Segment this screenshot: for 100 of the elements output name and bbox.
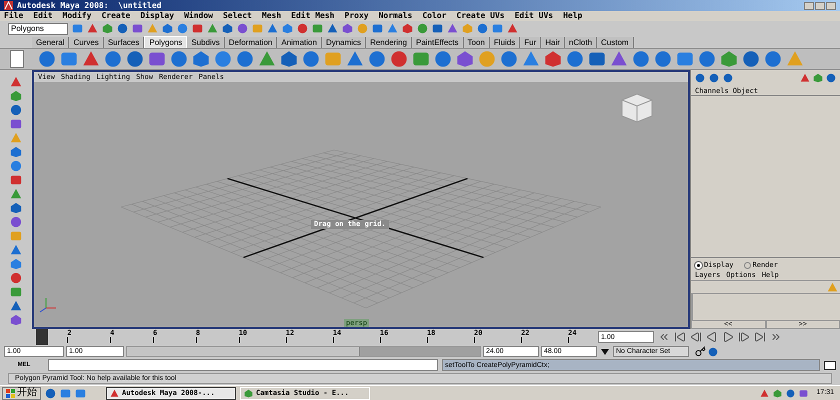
shelf-tool-icon[interactable] — [544, 50, 562, 68]
playback-button-icon[interactable] — [738, 331, 750, 343]
status-tool-icon[interactable] — [177, 23, 188, 34]
app-icon[interactable] — [244, 388, 253, 398]
status-tool-icon[interactable] — [132, 23, 143, 34]
shelf-tab[interactable]: Subdivs — [187, 37, 225, 48]
toolbox-tool-icon[interactable] — [10, 286, 22, 298]
toolbox-tool-icon[interactable] — [10, 104, 22, 116]
shelf-tool-icon[interactable] — [280, 50, 298, 68]
shelf-tool-icon[interactable] — [82, 50, 100, 68]
quick-launch-icon[interactable] — [60, 388, 71, 398]
playback-button-icon[interactable] — [770, 331, 782, 343]
status-tool-icon[interactable] — [402, 23, 413, 34]
shelf-tool-icon[interactable] — [126, 50, 144, 68]
shelf-tool-icon[interactable] — [588, 50, 606, 68]
radio-button[interactable] — [744, 262, 751, 268]
toolbox-tool-icon[interactable] — [10, 90, 22, 102]
preferences-icon[interactable] — [708, 346, 718, 356]
playback-button-icon[interactable] — [722, 331, 734, 343]
status-tool-icon[interactable] — [507, 23, 518, 34]
range-slider-bar[interactable] — [127, 347, 360, 356]
menu-item[interactable]: Edit UVs — [514, 12, 554, 20]
menu-item[interactable]: Display — [140, 12, 174, 20]
menu-item[interactable]: Edit Mesh — [291, 12, 334, 20]
shelf-tab[interactable]: nCloth — [564, 37, 598, 48]
shelf-tool-icon[interactable] — [214, 50, 232, 68]
shelf-tool-icon[interactable] — [654, 50, 672, 68]
playback-button-icon[interactable] — [706, 331, 718, 343]
toolbox-tool-icon[interactable] — [10, 146, 22, 158]
shelf-tool-icon[interactable] — [522, 50, 540, 68]
close-button[interactable] — [826, 2, 836, 10]
toolbox-tool-icon[interactable] — [10, 160, 22, 172]
shelf-tool-icon[interactable] — [104, 50, 122, 68]
minimize-button[interactable] — [804, 2, 814, 10]
toolbox-tool-icon[interactable] — [10, 258, 22, 270]
dropdown-arrow-icon[interactable] — [601, 348, 609, 354]
menu-item[interactable]: Color — [422, 12, 446, 20]
shelf-tool-icon[interactable] — [434, 50, 452, 68]
shelf-tool-icon[interactable] — [38, 50, 56, 68]
status-tool-icon[interactable] — [207, 23, 218, 34]
shelf-tool-icon[interactable] — [720, 50, 738, 68]
status-tool-icon[interactable] — [312, 23, 323, 34]
shelf-menu-button[interactable] — [10, 50, 24, 68]
status-tool-icon[interactable] — [432, 23, 443, 34]
status-tool-icon[interactable] — [297, 23, 308, 34]
menu-item[interactable]: Help — [563, 12, 582, 20]
shelf-tab[interactable]: Curves — [69, 37, 104, 48]
toolbox-tool-icon[interactable] — [10, 188, 22, 200]
menu-item[interactable]: Select — [222, 12, 252, 20]
shelf-tab[interactable]: Hair — [541, 37, 565, 48]
new-layer-icon[interactable] — [827, 282, 838, 292]
toolbox-tool-icon[interactable] — [10, 174, 22, 186]
command-input-field[interactable] — [48, 359, 438, 371]
shelf-tab[interactable]: Polygons — [144, 36, 188, 48]
status-tool-icon[interactable] — [327, 23, 338, 34]
status-tool-icon[interactable] — [267, 23, 278, 34]
status-tool-icon[interactable] — [72, 23, 83, 34]
quick-launch-icon[interactable] — [75, 388, 86, 398]
menu-item[interactable]: Edit — [33, 12, 53, 20]
toolbox-tool-icon[interactable] — [10, 216, 22, 228]
current-time-marker[interactable] — [36, 329, 48, 345]
shelf-tool-icon[interactable] — [500, 50, 518, 68]
shelf-tool-icon[interactable] — [302, 50, 320, 68]
status-tool-icon[interactable] — [162, 23, 173, 34]
shelf-tool-icon[interactable] — [566, 50, 584, 68]
toolbox-tool-icon[interactable] — [10, 314, 22, 326]
shelf-tab[interactable]: PaintEffects — [412, 37, 464, 48]
toolbox-tool-icon[interactable] — [10, 272, 22, 284]
shelf-tool-icon[interactable] — [148, 50, 166, 68]
status-tool-icon[interactable] — [477, 23, 488, 34]
shelf-tool-icon[interactable] — [192, 50, 210, 68]
status-tool-icon[interactable] — [342, 23, 353, 34]
playback-button-icon[interactable] — [690, 331, 702, 343]
status-tool-icon[interactable] — [492, 23, 503, 34]
status-tool-icon[interactable] — [282, 23, 293, 34]
shelf-tool-icon[interactable] — [456, 50, 474, 68]
menu-item[interactable]: Modify — [62, 12, 92, 20]
status-tool-icon[interactable] — [237, 23, 248, 34]
shelf-tool-icon[interactable] — [764, 50, 782, 68]
view-cube-icon[interactable] — [622, 93, 652, 123]
status-tool-icon[interactable] — [192, 23, 203, 34]
shelf-tool-icon[interactable] — [390, 50, 408, 68]
status-tool-icon[interactable] — [117, 23, 128, 34]
shelf-tab[interactable]: Animation — [277, 37, 322, 48]
range-slider[interactable] — [126, 346, 481, 357]
start-button[interactable]: 开始 — [2, 386, 41, 400]
mode-dropdown[interactable]: Polygons — [8, 22, 68, 34]
menu-item[interactable]: Create UVs — [456, 12, 505, 20]
playback-button-icon[interactable] — [674, 331, 686, 343]
toolbox-tool-icon[interactable] — [10, 76, 22, 88]
shelf-tool-icon[interactable] — [236, 50, 254, 68]
status-tool-icon[interactable] — [222, 23, 233, 34]
shelf-tab[interactable]: Fluids — [490, 37, 520, 48]
menu-item[interactable]: Proxy — [344, 12, 369, 20]
shelf-tool-icon[interactable] — [258, 50, 276, 68]
menu-item[interactable]: Normals — [378, 12, 412, 20]
shelf-tool-icon[interactable] — [60, 50, 78, 68]
status-tool-icon[interactable] — [102, 23, 113, 34]
key-icon[interactable] — [695, 346, 706, 357]
status-tool-icon[interactable] — [372, 23, 383, 34]
